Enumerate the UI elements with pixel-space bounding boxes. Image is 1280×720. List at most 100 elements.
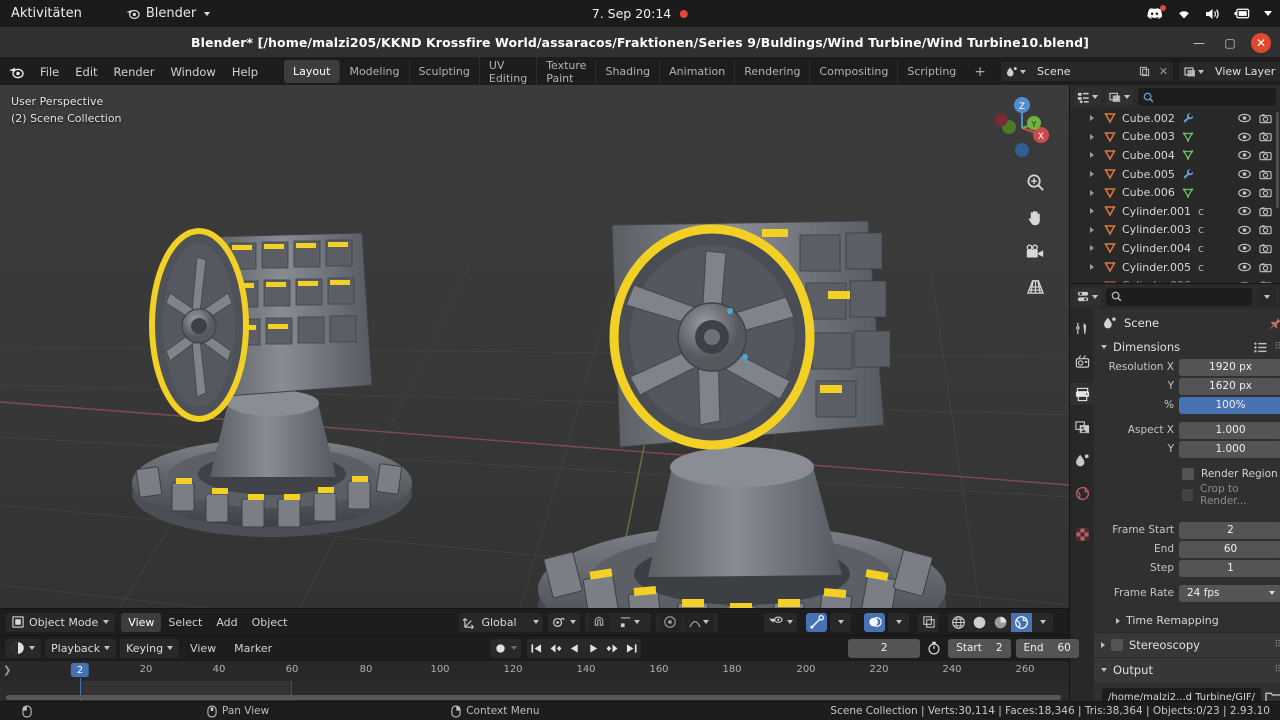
activities-button[interactable]: Aktivitäten: [11, 6, 82, 21]
curve-icon[interactable]: ᴄ: [1198, 205, 1204, 218]
timeline-scrollbar[interactable]: [6, 695, 1061, 700]
curve-icon[interactable]: ᴄ: [1198, 223, 1204, 236]
list-item[interactable]: Cube.005: [1070, 165, 1280, 184]
proportional-editing-icon[interactable]: [659, 612, 681, 632]
jump-to-start-button[interactable]: [527, 639, 546, 658]
transform-orientation-dropdown[interactable]: Global: [459, 612, 543, 632]
outliner-tree[interactable]: Cube.002 Cube.003 Cube.004 Cube.005 Cube…: [1070, 109, 1280, 283]
tab-layout[interactable]: Layout: [284, 60, 340, 83]
shading-options-dropdown[interactable]: [1032, 612, 1053, 632]
mesh-data-icon[interactable]: [1182, 187, 1194, 199]
list-item[interactable]: Cube.006: [1070, 183, 1280, 202]
navigation-gizmo[interactable]: Z X Y: [987, 93, 1057, 163]
interaction-mode-dropdown[interactable]: Object Mode: [6, 612, 116, 632]
tab-scene[interactable]: [1070, 449, 1094, 471]
overlay-options-dropdown[interactable]: [888, 612, 909, 632]
eye-icon[interactable]: [1238, 113, 1251, 123]
tab-tool[interactable]: [1070, 317, 1094, 339]
gizmo-options-dropdown[interactable]: [830, 612, 851, 632]
disclosure-triangle-icon[interactable]: [1090, 152, 1094, 159]
eye-icon[interactable]: [1238, 188, 1251, 198]
pan-hand-icon[interactable]: [1026, 208, 1045, 227]
viewport-menu-select[interactable]: Select: [161, 613, 209, 632]
snap-pivot-dropdown[interactable]: [547, 612, 580, 632]
list-item[interactable]: Cylinder.001 ᴄ: [1070, 202, 1280, 221]
time-remapping-panel-header[interactable]: Time Remapping: [1094, 609, 1280, 632]
tab-modeling[interactable]: Modeling: [339, 60, 408, 83]
scene-browse-dropdown[interactable]: [1001, 62, 1031, 81]
stereoscopy-checkbox[interactable]: [1111, 639, 1123, 651]
battery-icon[interactable]: [1234, 7, 1251, 20]
frame-end-field[interactable]: 60: [1179, 540, 1280, 558]
next-keyframe-button[interactable]: [603, 639, 622, 658]
grid-perspective-icon[interactable]: [1026, 278, 1045, 295]
timeline-expand-icon[interactable]: ❯: [3, 665, 11, 676]
play-reverse-button[interactable]: [565, 639, 584, 658]
close-button[interactable]: ✕: [1251, 32, 1271, 53]
playback-dropdown[interactable]: Playback: [45, 638, 117, 658]
properties-search-input[interactable]: [1106, 287, 1252, 306]
list-item[interactable]: Cylinder.004 ᴄ: [1070, 239, 1280, 258]
new-scene-button[interactable]: [1135, 62, 1155, 81]
disclosure-triangle-icon[interactable]: [1090, 208, 1094, 215]
camera-icon[interactable]: [1025, 243, 1045, 262]
camera-render-icon[interactable]: [1259, 224, 1272, 235]
menu-window[interactable]: Window: [162, 62, 223, 82]
prev-keyframe-button[interactable]: [546, 639, 565, 658]
unlink-scene-button[interactable]: ✕: [1154, 62, 1174, 81]
eye-icon[interactable]: [1238, 225, 1251, 235]
eye-icon[interactable]: [1238, 169, 1251, 179]
frame-start-field[interactable]: Start 2: [948, 638, 1011, 658]
tab-sculpting[interactable]: Sculpting: [408, 60, 479, 83]
eye-icon[interactable]: [1238, 262, 1251, 272]
frame-step-field[interactable]: 1: [1179, 559, 1280, 577]
tab-rendering[interactable]: Rendering: [734, 60, 809, 83]
menu-file[interactable]: File: [32, 62, 67, 82]
timeline-menu-marker[interactable]: Marker: [227, 639, 279, 658]
properties-editor[interactable]: Scene Dimensions ⠿ Resolution X 1920 px …: [1069, 283, 1280, 706]
pin-icon[interactable]: [1269, 317, 1280, 330]
menu-edit[interactable]: Edit: [67, 62, 105, 82]
drag-handle-icon[interactable]: ⠿: [1274, 342, 1280, 352]
shading-material-preview-icon[interactable]: [990, 612, 1011, 632]
camera-render-icon[interactable]: [1259, 206, 1272, 217]
camera-render-icon[interactable]: [1259, 131, 1272, 142]
3d-viewport[interactable]: User Perspective (2) Scene Collection Z …: [0, 85, 1069, 608]
render-region-checkbox[interactable]: [1182, 468, 1194, 480]
properties-editor-type-dropdown[interactable]: [1074, 287, 1101, 306]
list-item[interactable]: Cylinder.006: [1070, 276, 1280, 283]
viewport-menu-object[interactable]: Object: [245, 613, 295, 632]
clock[interactable]: 7. Sep 20:14: [592, 6, 689, 21]
chevron-down-icon[interactable]: [1264, 11, 1272, 16]
shading-rendered-icon[interactable]: [1011, 612, 1032, 632]
tab-scripting[interactable]: Scripting: [897, 60, 965, 83]
record-icon[interactable]: [494, 642, 507, 655]
menu-render[interactable]: Render: [106, 62, 163, 82]
tab-animation[interactable]: Animation: [659, 60, 734, 83]
aspect-x-field[interactable]: 1.000: [1179, 421, 1280, 439]
stereoscopy-panel-header[interactable]: Stereoscopy ⠿: [1094, 632, 1280, 657]
disclosure-triangle-icon[interactable]: [1090, 171, 1094, 178]
wifi-icon[interactable]: [1176, 7, 1192, 20]
drag-handle-icon[interactable]: ⠿: [1274, 640, 1280, 650]
eye-icon[interactable]: [1238, 132, 1251, 142]
camera-render-icon[interactable]: [1259, 169, 1272, 180]
volume-icon[interactable]: [1205, 7, 1221, 21]
camera-render-icon[interactable]: [1259, 150, 1272, 161]
falloff-curve-dropdown[interactable]: [683, 612, 714, 632]
camera-render-icon[interactable]: [1259, 243, 1272, 254]
minimize-button[interactable]: —: [1189, 33, 1209, 53]
aspect-y-field[interactable]: 1.000: [1179, 440, 1280, 458]
camera-render-icon[interactable]: [1259, 262, 1272, 273]
eye-icon[interactable]: [1238, 206, 1251, 216]
preset-list-icon[interactable]: [1254, 341, 1267, 353]
outliner-display-mode-dropdown[interactable]: [1074, 88, 1101, 106]
resolution-percent-slider[interactable]: 100%: [1179, 396, 1280, 414]
menu-help[interactable]: Help: [224, 62, 266, 82]
curve-icon[interactable]: ᴄ: [1198, 261, 1204, 274]
outliner-filter-dropdown[interactable]: [1106, 88, 1133, 106]
playhead-label[interactable]: 2: [70, 663, 90, 677]
viewport-menu-add[interactable]: Add: [209, 613, 244, 632]
eye-icon[interactable]: [1238, 243, 1251, 253]
disclosure-triangle-icon[interactable]: [1090, 189, 1094, 196]
